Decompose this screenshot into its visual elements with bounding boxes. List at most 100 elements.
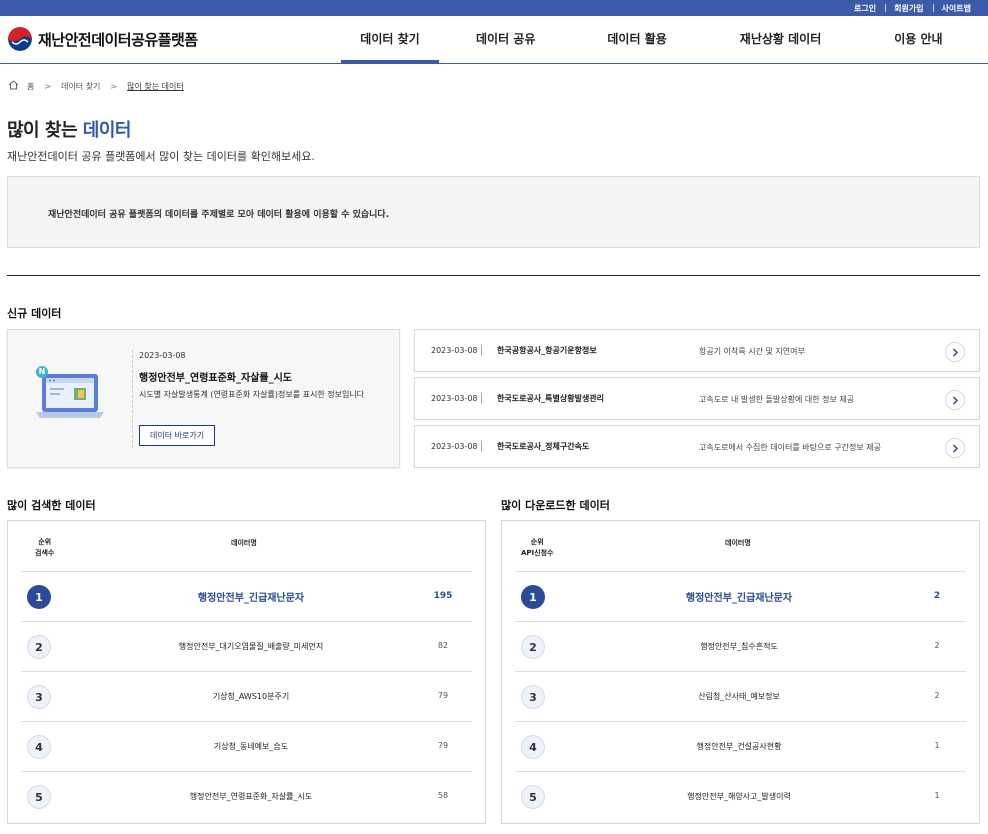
page-description: 재난안전데이터 공유 플랫폼에서 많이 찾는 데이터를 확인해보세요. bbox=[7, 150, 315, 163]
page-title-prefix: 많이 찾는 bbox=[7, 120, 78, 141]
item-title[interactable]: 한국공항공사_항공기운항정보 bbox=[497, 345, 597, 356]
chevron-right-icon: > bbox=[44, 81, 52, 91]
chevron-right-icon[interactable] bbox=[945, 342, 965, 362]
table-row[interactable]: 4 행정안전부_건설공사현황 1 bbox=[515, 722, 966, 772]
item-summary: 고속도로에서 수집한 데이터를 바탕으로 구간정보 제공 bbox=[699, 443, 881, 452]
rank-badge: 4 bbox=[521, 735, 545, 759]
table-row[interactable]: 1 행정안전부_긴급재난문자 2 bbox=[515, 572, 966, 622]
page-title: 많이 찾는 데이터 bbox=[7, 116, 131, 142]
data-name-link[interactable]: 행정안전부_긴급재난문자 bbox=[101, 589, 401, 604]
table-row[interactable]: 3 산림청_산사태_예보정보 2 bbox=[515, 672, 966, 722]
data-name-link[interactable]: 행정안전부_긴급재난문자 bbox=[589, 589, 889, 604]
signup-link[interactable]: 회원가입 bbox=[885, 3, 932, 14]
data-name-link[interactable]: 기상청_동네예보_습도 bbox=[101, 741, 401, 752]
item-title[interactable]: 한국도로공사_정체구간속도 bbox=[497, 441, 589, 452]
data-name-link[interactable]: 기상청_AWS10분주기 bbox=[101, 691, 401, 702]
table-row[interactable]: 2 행정안전부_대기오염물질_배출량_미세먼지 82 bbox=[21, 622, 472, 672]
search-count: 82 bbox=[437, 641, 449, 650]
list-item[interactable]: 2023-03-08 한국공항공사_항공기운항정보 항공기 이착륙 시간 및 지… bbox=[414, 329, 980, 372]
search-count: 79 bbox=[437, 741, 449, 750]
featured-date: 2023-03-08 bbox=[139, 351, 186, 360]
data-name-link[interactable]: 산림청_산사태_예보정보 bbox=[589, 691, 889, 702]
table-row[interactable]: 5 행정안전부_해양사고_발생이력 1 bbox=[515, 772, 966, 822]
breadcrumb-find-data[interactable]: 데이터 찾기 bbox=[61, 81, 100, 92]
breadcrumb-current[interactable]: 많이 찾는 데이터 bbox=[127, 81, 184, 92]
name-column-header: 데이터명 bbox=[231, 539, 257, 547]
chevron-right-icon[interactable] bbox=[945, 438, 965, 458]
main-nav: 데이터 찾기 데이터 공유 데이터 활용 재난상황 데이터 이용 안내 bbox=[318, 16, 943, 63]
new-data-title: 신규 데이터 bbox=[7, 307, 62, 320]
section-divider bbox=[7, 275, 980, 276]
data-name-link[interactable]: 행정안전부_해양사고_발생이력 bbox=[589, 791, 889, 802]
page-title-highlight: 데이터 bbox=[82, 120, 132, 141]
rank-badge: 3 bbox=[521, 685, 545, 709]
featured-new-data: N 2023-03-08 행정안전부_연령표준화_자살률_시도 시도별 자살발생… bbox=[7, 329, 400, 468]
item-separator bbox=[481, 441, 482, 452]
chevron-right-icon[interactable] bbox=[945, 390, 965, 410]
nav-use-data[interactable]: 데이터 활용 bbox=[607, 16, 666, 63]
item-summary: 항공기 이착륙 시간 및 지연여부 bbox=[699, 347, 805, 356]
table-header: 순위 API신청수 데이터명 bbox=[515, 521, 966, 572]
rank-badge: 5 bbox=[521, 785, 545, 809]
table-row[interactable]: 5 행정안전부_연령표준화_자살률_시도 58 bbox=[21, 772, 472, 822]
nav-disaster-data[interactable]: 재난상황 데이터 bbox=[740, 16, 821, 63]
new-badge: N bbox=[38, 367, 46, 376]
logo[interactable]: 재난안전데이터공유플랫폼 bbox=[8, 27, 198, 51]
login-link[interactable]: 로그인 bbox=[845, 3, 885, 14]
most-downloaded-title: 많이 다운로드한 데이터 bbox=[501, 499, 610, 512]
breadcrumb-home[interactable]: 홈 bbox=[27, 81, 34, 92]
dashed-divider bbox=[132, 350, 133, 448]
search-count: 79 bbox=[437, 691, 449, 700]
rank-badge: 1 bbox=[27, 585, 51, 609]
go-to-data-button[interactable]: 데이터 바로가기 bbox=[139, 425, 216, 446]
name-column-header: 데이터명 bbox=[725, 539, 751, 547]
site-title: 재난안전데이터공유플랫폼 bbox=[38, 30, 198, 49]
item-date: 2023-03-08 bbox=[431, 346, 478, 355]
data-name-link[interactable]: 행정안전부_침수흔적도 bbox=[589, 641, 889, 652]
home-icon[interactable] bbox=[8, 80, 19, 92]
table-row[interactable]: 3 기상청_AWS10분주기 79 bbox=[21, 672, 472, 722]
item-title[interactable]: 한국도로공사_특별상황발생관리 bbox=[497, 393, 604, 404]
most-searched-title: 많이 검색한 데이터 bbox=[7, 499, 96, 512]
data-name-link[interactable]: 행정안전부_건설공사현황 bbox=[589, 741, 889, 752]
table-row[interactable]: 1 행정안전부_긴급재난문자 195 bbox=[21, 572, 472, 622]
utility-bar: 로그인 회원가입 사이트맵 bbox=[0, 0, 988, 16]
nav-find-data[interactable]: 데이터 찾기 bbox=[341, 16, 439, 63]
rank-badge: 1 bbox=[521, 585, 545, 609]
nav-guide[interactable]: 이용 안내 bbox=[894, 16, 942, 63]
table-row[interactable]: 4 기상청_동네예보_습도 79 bbox=[21, 722, 472, 772]
search-count: 58 bbox=[437, 791, 449, 800]
table-header: 순위 검색수 데이터명 bbox=[21, 521, 472, 572]
header: 재난안전데이터공유플랫폼 데이터 찾기 데이터 공유 데이터 활용 재난상황 데… bbox=[0, 16, 988, 64]
featured-description: 시도별 자살발생통계 (연령표준화 자살률)정보를 표시한 정보입니다 bbox=[139, 390, 365, 399]
api-request-count: 2 bbox=[934, 641, 940, 650]
chevron-right-icon: > bbox=[110, 81, 118, 91]
new-data-list: 2023-03-08 한국공항공사_항공기운항정보 항공기 이착륙 시간 및 지… bbox=[414, 329, 980, 473]
item-separator bbox=[481, 345, 482, 356]
search-count: 195 bbox=[433, 591, 453, 601]
api-request-count: 2 bbox=[933, 591, 941, 601]
breadcrumb: 홈 > 데이터 찾기 > 많이 찾는 데이터 bbox=[8, 80, 184, 92]
most-searched-table: 순위 검색수 데이터명 1 행정안전부_긴급재난문자 195 2 행정안전부_대… bbox=[7, 520, 486, 824]
government-emblem-icon bbox=[8, 27, 32, 51]
notice-text: 재난안전데이터 공유 플랫폼의 데이터를 주제별로 모아 데이터 활용에 이용할… bbox=[48, 210, 390, 220]
item-separator bbox=[481, 393, 482, 404]
sitemap-link[interactable]: 사이트맵 bbox=[932, 3, 980, 14]
data-name-link[interactable]: 행정안전부_대기오염물질_배출량_미세먼지 bbox=[101, 641, 401, 652]
most-downloaded-table: 순위 API신청수 데이터명 1 행정안전부_긴급재난문자 2 2 행정안전부_… bbox=[501, 520, 980, 824]
list-item[interactable]: 2023-03-08 한국도로공사_정체구간속도 고속도로에서 수집한 데이터를… bbox=[414, 425, 980, 468]
api-request-count: 1 bbox=[934, 741, 940, 750]
rank-column-header: 순위 검색수 bbox=[35, 538, 55, 557]
rank-badge: 5 bbox=[27, 785, 51, 809]
rank-badge: 4 bbox=[27, 735, 51, 759]
item-date: 2023-03-08 bbox=[431, 442, 478, 451]
list-item[interactable]: 2023-03-08 한국도로공사_특별상황발생관리 고속도로 내 발생한 돌발… bbox=[414, 377, 980, 420]
api-request-count: 2 bbox=[934, 691, 940, 700]
data-name-link[interactable]: 행정안전부_연령표준화_자살률_시도 bbox=[101, 791, 401, 802]
featured-title[interactable]: 행정안전부_연령표준화_자살률_시도 bbox=[139, 369, 292, 384]
nav-share-data[interactable]: 데이터 공유 bbox=[476, 16, 535, 63]
rank-badge: 2 bbox=[27, 635, 51, 659]
table-row[interactable]: 2 행정안전부_침수흔적도 2 bbox=[515, 622, 966, 672]
laptop-illustration-icon: N bbox=[36, 366, 108, 426]
rank-badge: 3 bbox=[27, 685, 51, 709]
